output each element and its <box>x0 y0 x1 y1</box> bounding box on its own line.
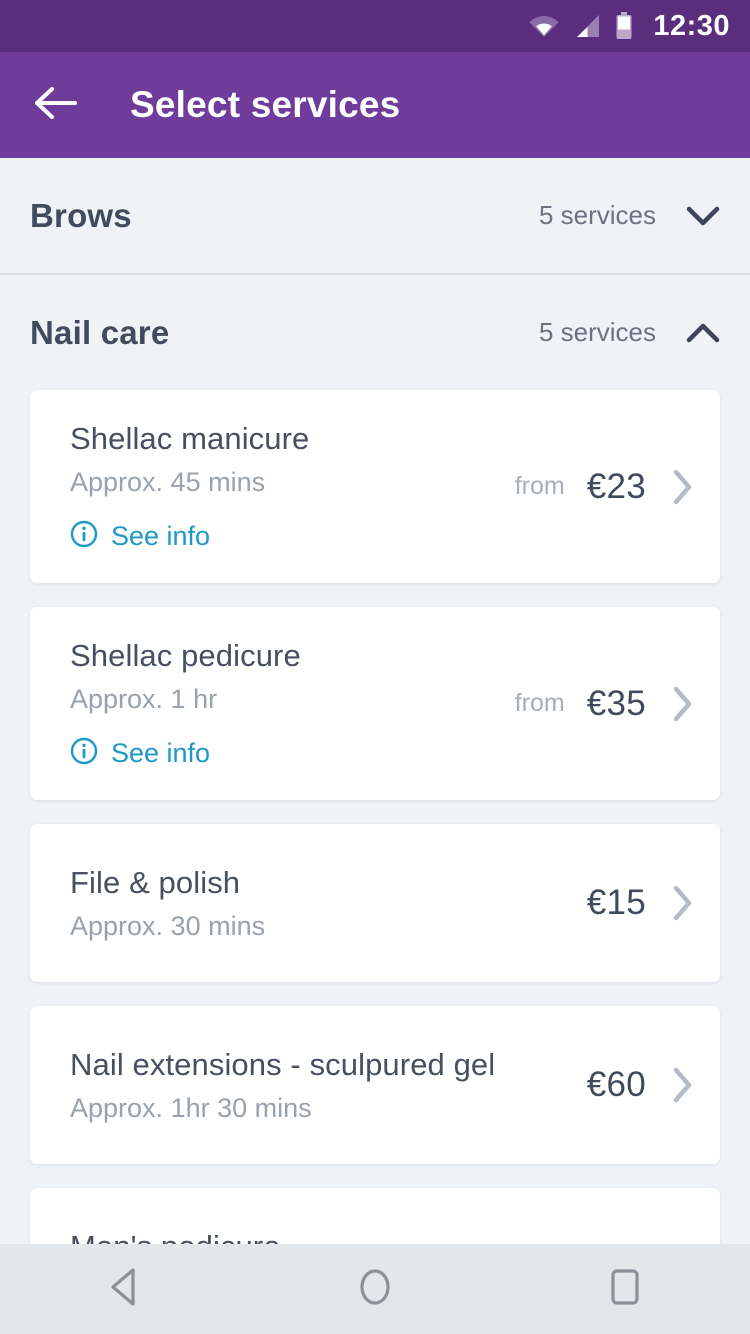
service-price: €15 <box>586 883 646 923</box>
service-price: €60 <box>586 1065 646 1105</box>
nav-home-button[interactable] <box>320 1244 430 1334</box>
chevron-right-icon[interactable] <box>668 465 698 509</box>
section-title: Brows <box>30 196 132 234</box>
see-info-link[interactable]: See info <box>70 520 515 553</box>
phone-screen: 12:30 Select services Brows 5 services N… <box>0 0 750 1334</box>
android-nav-bar <box>0 1244 750 1334</box>
nav-back-button[interactable] <box>70 1244 180 1334</box>
nav-home-icon <box>355 1264 395 1315</box>
service-card[interactable]: Shellac manicure Approx. 45 mins See inf… <box>30 390 720 584</box>
section-service-count: 5 services <box>538 317 656 347</box>
section-header-brows[interactable]: Brows 5 services <box>0 158 750 273</box>
nav-recents-button[interactable] <box>570 1244 680 1334</box>
service-card[interactable]: Men's pedicure Approx. 50 mins €50 <box>30 1188 720 1244</box>
section-service-count: 5 services <box>538 200 656 230</box>
section-header-nail-care[interactable]: Nail care 5 services <box>0 275 750 390</box>
service-card-price-area: €15 <box>587 881 698 925</box>
service-card-main: Shellac pedicure Approx. 1 hr See info <box>70 607 515 800</box>
nav-back-icon <box>105 1266 145 1313</box>
service-card[interactable]: File & polish Approx. 30 mins €15 <box>30 824 720 983</box>
nav-recents-icon <box>606 1265 644 1314</box>
service-card[interactable]: Nail extensions - sculpured gel Approx. … <box>30 1006 720 1165</box>
app-bar: Select services <box>0 52 750 158</box>
service-card[interactable]: Shellac pedicure Approx. 1 hr See info f… <box>30 607 720 801</box>
service-name: File & polish <box>70 865 241 901</box>
chevron-right-icon[interactable] <box>668 881 698 925</box>
info-circle-icon <box>70 737 98 770</box>
service-name: Shellac pedicure <box>70 638 301 674</box>
service-price: €23 <box>586 466 646 506</box>
service-card-price-area: from €23 <box>515 465 698 509</box>
service-name: Shellac manicure <box>70 421 310 456</box>
see-info-link[interactable]: See info <box>70 737 515 770</box>
service-duration: Approx. 30 mins <box>70 911 266 942</box>
signal-icon <box>573 14 601 38</box>
service-list: Shellac manicure Approx. 45 mins See inf… <box>0 390 750 1244</box>
service-price: €35 <box>586 683 646 723</box>
services-scroll-area[interactable]: Brows 5 services Nail care 5 services Sh… <box>0 158 750 1244</box>
service-name: Nail extensions - sculpured gel <box>70 1047 496 1083</box>
battery-icon <box>615 12 633 40</box>
section-header-right: 5 services <box>539 199 720 233</box>
see-info-label: See info <box>111 738 211 769</box>
arrow-left-icon <box>35 86 77 124</box>
wifi-icon <box>529 14 559 38</box>
status-bar-clock: 12:30 <box>653 9 730 42</box>
back-button[interactable] <box>30 79 82 131</box>
page-title: Select services <box>130 84 401 125</box>
service-duration: Approx. 1 hr <box>70 684 218 715</box>
service-card-main: Men's pedicure Approx. 50 mins <box>70 1198 587 1244</box>
see-info-label: See info <box>111 521 211 552</box>
service-card-main: File & polish Approx. 30 mins <box>70 834 587 972</box>
service-name: Men's pedicure <box>70 1228 587 1244</box>
section-title: Nail care <box>30 313 170 351</box>
chevron-right-icon[interactable] <box>668 1063 698 1107</box>
chevron-up-icon[interactable] <box>686 316 720 350</box>
status-bar: 12:30 <box>0 0 750 52</box>
service-card-price-area: from €35 <box>515 682 698 726</box>
section-header-right: 5 services <box>539 316 720 350</box>
service-duration: Approx. 1hr 30 mins <box>70 1093 312 1124</box>
service-card-main: Shellac manicure Approx. 45 mins See inf… <box>70 390 515 583</box>
info-circle-icon <box>70 520 98 553</box>
chevron-right-icon[interactable] <box>668 682 698 726</box>
service-duration: Approx. 45 mins <box>70 466 266 497</box>
price-from-label: from <box>514 689 565 718</box>
service-card-main: Nail extensions - sculpured gel Approx. … <box>70 1016 587 1154</box>
price-from-label: from <box>514 472 565 501</box>
chevron-down-icon[interactable] <box>686 199 720 233</box>
service-card-price-area: €60 <box>587 1063 698 1107</box>
